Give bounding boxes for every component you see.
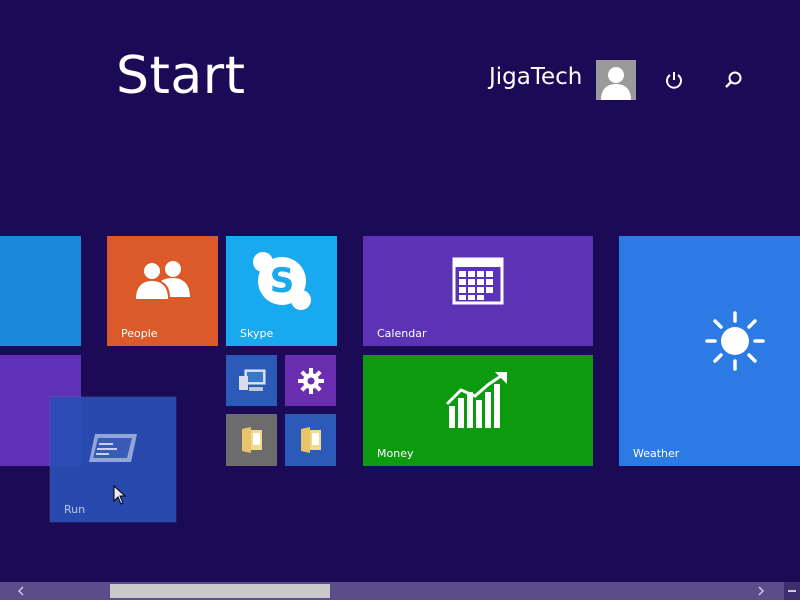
svg-text:S: S xyxy=(269,261,294,301)
tile-label: Run xyxy=(64,502,86,516)
tile-file-explorer-2[interactable] xyxy=(285,414,336,466)
horizontal-scrollbar[interactable] xyxy=(0,582,800,600)
skype-icon: S xyxy=(252,252,311,310)
user-avatar-icon[interactable] xyxy=(596,60,636,100)
search-button[interactable] xyxy=(717,64,749,96)
start-screen: Start JigaTech People S Skype Calendar M… xyxy=(0,0,800,600)
gear-icon xyxy=(297,367,324,394)
tile-settings[interactable] xyxy=(285,355,336,406)
chart-up-icon xyxy=(445,371,507,428)
tile-money[interactable]: Money xyxy=(363,355,593,466)
scroll-right-button[interactable] xyxy=(752,582,770,600)
run-icon xyxy=(89,433,137,462)
power-icon xyxy=(666,72,682,89)
tile-label: People xyxy=(121,326,158,340)
scroll-left-button[interactable] xyxy=(12,582,30,600)
user-name[interactable]: JigaTech xyxy=(489,66,582,89)
minus-icon xyxy=(788,590,796,592)
tile-run[interactable]: Run xyxy=(50,397,176,522)
tile-weather[interactable]: Weather xyxy=(619,236,800,466)
tile-label: Calendar xyxy=(377,326,427,340)
tile-calendar[interactable]: Calendar xyxy=(363,236,593,346)
people-icon xyxy=(135,261,190,299)
mouse-cursor-icon xyxy=(113,485,127,505)
folder-icon xyxy=(300,427,321,453)
power-button[interactable] xyxy=(658,64,690,96)
search-icon xyxy=(725,71,742,88)
tile-computer[interactable] xyxy=(226,355,277,406)
sun-icon xyxy=(705,311,765,371)
tile-label: Skype xyxy=(240,326,274,340)
tile-skype[interactable]: S Skype xyxy=(226,236,337,346)
calendar-icon xyxy=(452,257,504,305)
zoom-out-button[interactable] xyxy=(784,582,800,600)
chevron-right-icon xyxy=(758,586,765,596)
page-title: Start xyxy=(116,46,246,106)
tile-label: Money xyxy=(377,446,414,460)
scroll-thumb[interactable] xyxy=(110,584,330,598)
tile-left-blue[interactable] xyxy=(0,236,81,346)
tile-people[interactable]: People xyxy=(107,236,218,346)
computer-icon xyxy=(238,369,265,391)
tile-label: Weather xyxy=(633,446,680,460)
chevron-left-icon xyxy=(17,586,24,596)
tile-file-explorer-1[interactable] xyxy=(226,414,277,466)
folder-icon xyxy=(241,427,262,453)
